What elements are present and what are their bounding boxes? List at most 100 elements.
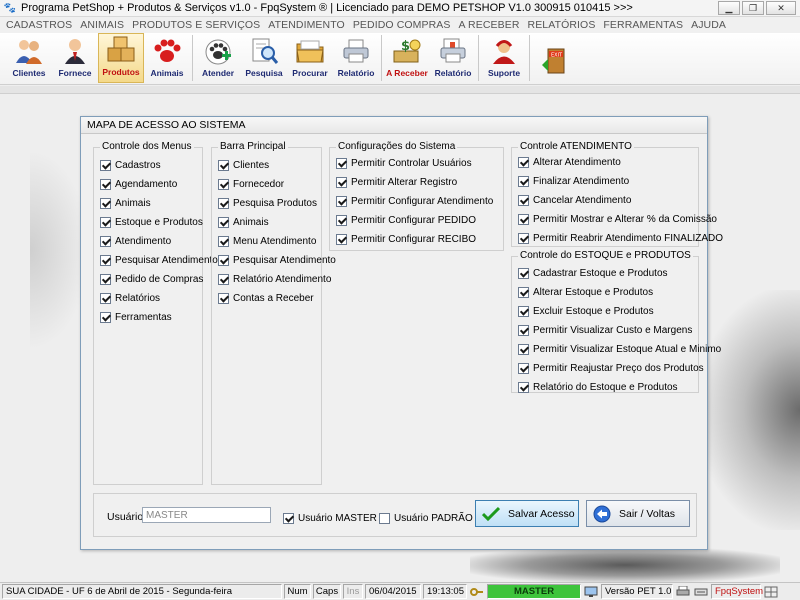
menu-ferramentas[interactable]: FERRAMENTAS <box>603 19 683 31</box>
config-permission-check-box[interactable] <box>336 196 347 207</box>
stock-permission-check-box[interactable] <box>518 363 529 374</box>
menu-permission-check-box[interactable] <box>100 255 111 266</box>
toolbar-clientes-button[interactable]: Clientes <box>6 33 52 83</box>
config-permission-check-box[interactable] <box>336 158 347 169</box>
stock-permission-checkbox[interactable]: Relatório do Estoque e Produtos <box>518 378 721 397</box>
menu-permission-checkbox[interactable]: Pesquisar Atendimento <box>100 251 218 270</box>
main-bar-permission-checkbox[interactable]: Relatório Atendimento <box>218 270 336 289</box>
main-bar-permission-check-box[interactable] <box>218 255 229 266</box>
main-bar-permission-checkbox[interactable]: Pesquisar Atendimento <box>218 251 336 270</box>
config-permission-checkbox[interactable]: Permitir Controlar Usuários <box>336 154 493 173</box>
minimize-button[interactable]: ▁ <box>718 1 740 15</box>
menu-permission-checkbox[interactable]: Ferramentas <box>100 308 218 327</box>
main-bar-permission-check-box[interactable] <box>218 236 229 247</box>
exit-back-button[interactable]: Sair / Voltas <box>586 500 690 527</box>
master-user-check-box[interactable] <box>283 513 294 524</box>
stock-permission-check-box[interactable] <box>518 344 529 355</box>
stock-permission-checkbox[interactable]: Permitir Visualizar Custo e Margens <box>518 321 721 340</box>
master-user-checkbox[interactable]: Usuário MASTER <box>283 509 377 528</box>
standard-user-check-box[interactable] <box>379 513 390 524</box>
menu-cadastros[interactable]: CADASTROS <box>6 19 72 31</box>
main-bar-permission-checkbox[interactable]: Contas a Receber <box>218 289 336 308</box>
toolbar-fornece-button[interactable]: Fornece <box>52 33 98 83</box>
config-permission-checkbox[interactable]: Permitir Alterar Registro <box>336 173 493 192</box>
toolbar-pesquisa-button[interactable]: Pesquisa <box>241 33 287 83</box>
attendance-permission-check-box[interactable] <box>518 233 529 244</box>
standard-user-checkbox[interactable]: Usuário PADRÃO <box>379 509 473 528</box>
save-access-button[interactable]: Salvar Acesso <box>475 500 579 527</box>
config-permission-checkbox[interactable]: Permitir Configurar PEDIDO <box>336 211 493 230</box>
menu-a-receber[interactable]: A RECEBER <box>459 19 520 31</box>
config-permission-checkbox[interactable]: Permitir Configurar RECIBO <box>336 230 493 249</box>
toolbar-atender-button[interactable]: Atender <box>195 33 241 83</box>
menu-permission-checkbox[interactable]: Atendimento <box>100 232 218 251</box>
stock-permission-check-box[interactable] <box>518 287 529 298</box>
stock-permission-check-box[interactable] <box>518 268 529 279</box>
toolbar-exit-button[interactable]: EXIT <box>532 33 578 83</box>
menu-permission-check-box[interactable] <box>100 236 111 247</box>
stock-permission-checkbox[interactable]: Cadastrar Estoque e Produtos <box>518 264 721 283</box>
menu-permission-check-box[interactable] <box>100 312 111 323</box>
config-permission-check-box[interactable] <box>336 177 347 188</box>
attendance-permission-checkbox[interactable]: Alterar Atendimento <box>518 153 723 172</box>
user-input[interactable] <box>142 507 271 523</box>
stock-permission-checkbox[interactable]: Permitir Visualizar Estoque Atual e Mini… <box>518 340 721 359</box>
status-brand: FpqSystem <box>711 584 763 599</box>
attendance-permission-check-box[interactable] <box>518 195 529 206</box>
stock-permission-checkbox[interactable]: Permitir Reajustar Preço dos Produtos <box>518 359 721 378</box>
main-bar-permission-checkbox[interactable]: Menu Atendimento <box>218 232 336 251</box>
menu-pedido-compras[interactable]: PEDIDO COMPRAS <box>353 19 451 31</box>
attendance-permission-check-box[interactable] <box>518 214 529 225</box>
maximize-button[interactable]: ❐ <box>742 1 764 15</box>
main-bar-permission-checkbox[interactable]: Clientes <box>218 156 336 175</box>
attendance-permission-checkbox[interactable]: Permitir Reabrir Atendimento FINALIZADO <box>518 229 723 248</box>
menu-ajuda[interactable]: AJUDA <box>691 19 726 31</box>
menu-permission-check-box[interactable] <box>100 160 111 171</box>
stock-permission-check-box[interactable] <box>518 382 529 393</box>
main-bar-permission-check-box[interactable] <box>218 198 229 209</box>
config-permission-check-box[interactable] <box>336 215 347 226</box>
toolbar-produtos-button[interactable]: Produtos <box>98 33 144 83</box>
menu-relatorios[interactable]: RELATÓRIOS <box>528 19 596 31</box>
stock-permission-checkbox[interactable]: Excluir Estoque e Produtos <box>518 302 721 321</box>
menu-permission-checkbox[interactable]: Agendamento <box>100 175 218 194</box>
main-bar-permission-checkbox[interactable]: Fornecedor <box>218 175 336 194</box>
attendance-permission-check-box[interactable] <box>518 157 529 168</box>
main-bar-permission-checkbox[interactable]: Pesquisa Produtos <box>218 194 336 213</box>
menu-permission-check-box[interactable] <box>100 217 111 228</box>
menu-permission-check-box[interactable] <box>100 274 111 285</box>
menu-permission-checkbox[interactable]: Estoque e Produtos <box>100 213 218 232</box>
menu-permission-check-box[interactable] <box>100 293 111 304</box>
main-bar-permission-check-box[interactable] <box>218 217 229 228</box>
attendance-permission-check-box[interactable] <box>518 176 529 187</box>
toolbar-relatorio2-button[interactable]: Relatório <box>430 33 476 83</box>
attendance-permission-checkbox[interactable]: Finalizar Atendimento <box>518 172 723 191</box>
menu-animais[interactable]: ANIMAIS <box>80 19 124 31</box>
menu-permission-checkbox[interactable]: Relatórios <box>100 289 218 308</box>
stock-permission-check-box[interactable] <box>518 306 529 317</box>
main-bar-permission-check-box[interactable] <box>218 293 229 304</box>
main-bar-permission-checkbox[interactable]: Animais <box>218 213 336 232</box>
toolbar-animais-button[interactable]: Animais <box>144 33 190 83</box>
main-bar-permission-check-box[interactable] <box>218 274 229 285</box>
main-bar-permission-check-box[interactable] <box>218 179 229 190</box>
menu-permission-checkbox[interactable]: Pedido de Compras <box>100 270 218 289</box>
attendance-permission-checkbox[interactable]: Cancelar Atendimento <box>518 191 723 210</box>
attendance-permission-checkbox[interactable]: Permitir Mostrar e Alterar % da Comissão <box>518 210 723 229</box>
config-permission-checkbox[interactable]: Permitir Configurar Atendimento <box>336 192 493 211</box>
menu-permission-checkbox[interactable]: Animais <box>100 194 218 213</box>
stock-permission-checkbox[interactable]: Alterar Estoque e Produtos <box>518 283 721 302</box>
main-bar-permission-check-box[interactable] <box>218 160 229 171</box>
toolbar-a-receber-button[interactable]: $ A Receber <box>384 33 430 83</box>
stock-permission-check-box[interactable] <box>518 325 529 336</box>
close-button[interactable]: ✕ <box>766 1 796 15</box>
menu-atendimento[interactable]: ATENDIMENTO <box>268 19 345 31</box>
toolbar-suporte-button[interactable]: Suporte <box>481 33 527 83</box>
menu-permission-check-box[interactable] <box>100 179 111 190</box>
menu-permission-check-box[interactable] <box>100 198 111 209</box>
toolbar-procurar-button[interactable]: Procurar <box>287 33 333 83</box>
config-permission-check-box[interactable] <box>336 234 347 245</box>
toolbar-relatorio-button[interactable]: Relatório <box>333 33 379 83</box>
menu-permission-checkbox[interactable]: Cadastros <box>100 156 218 175</box>
menu-produtos-servicos[interactable]: PRODUTOS E SERVIÇOS <box>132 19 260 31</box>
